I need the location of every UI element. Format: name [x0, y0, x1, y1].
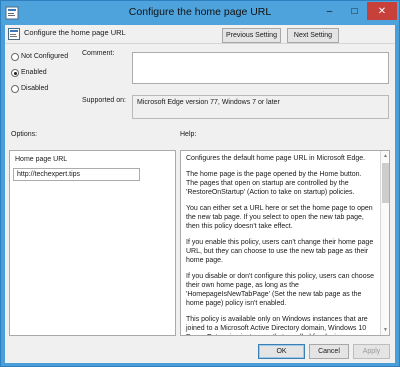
enabled-radio[interactable] — [11, 69, 19, 77]
dialog-body: Configure the home page URL Previous Set… — [5, 25, 395, 363]
close-button[interactable]: ✕ — [367, 2, 397, 20]
supported-on-field: Microsoft Edge version 77, Windows 7 or … — [132, 95, 389, 119]
options-panel: Home page URL http://techexpert.tips — [9, 150, 176, 336]
close-icon: ✕ — [377, 5, 387, 17]
not-configured-radio[interactable] — [11, 53, 19, 61]
policy-name: Configure the home page URL — [24, 28, 126, 37]
not-configured-label: Not Configured — [21, 53, 69, 60]
policy-dialog-window: Configure the home page URL – □ ✕ Config… — [0, 0, 400, 367]
disabled-radio[interactable] — [11, 85, 19, 93]
scroll-down-icon[interactable]: ▼ — [383, 327, 388, 333]
supported-on-value: Microsoft Edge version 77, Windows 7 or … — [137, 99, 280, 106]
supported-on-label: Supported on: — [82, 97, 126, 104]
help-paragraph: If you disable or don't configure this p… — [186, 273, 374, 307]
help-paragraph: You can either set a URL here or set the… — [186, 205, 373, 230]
help-paragraph: If you enable this policy, users can't c… — [186, 239, 374, 264]
minimize-button[interactable]: – — [317, 2, 342, 20]
enabled-label: Enabled — [21, 69, 47, 76]
help-text: Configures the default home page URL in … — [186, 154, 375, 335]
comment-label: Comment: — [82, 50, 115, 57]
scrollbar-thumb[interactable] — [382, 163, 389, 203]
next-setting-button[interactable]: Next Setting — [287, 28, 339, 43]
home-page-url-label: Home page URL — [15, 156, 68, 163]
disabled-label: Disabled — [21, 85, 49, 92]
home-page-url-input[interactable]: http://techexpert.tips — [13, 168, 140, 181]
previous-setting-button[interactable]: Previous Setting — [222, 28, 281, 43]
comment-textarea[interactable] — [132, 52, 389, 84]
help-scrollbar[interactable]: ▲ ▼ — [380, 151, 389, 335]
help-label: Help: — [180, 131, 197, 138]
scroll-up-icon[interactable]: ▲ — [383, 153, 388, 159]
home-page-url-value: http://techexpert.tips — [17, 171, 81, 178]
header-divider — [5, 43, 395, 44]
cancel-button[interactable]: Cancel — [309, 344, 349, 359]
help-paragraph: The home page is the page opened by the … — [186, 171, 362, 196]
apply-button[interactable]: Apply — [353, 344, 390, 359]
help-paragraph: This policy is available only on Windows… — [186, 316, 368, 335]
ok-button[interactable]: OK — [258, 344, 305, 359]
help-panel: Configures the default home page URL in … — [180, 150, 390, 336]
options-label: Options: — [11, 131, 38, 138]
policy-icon — [8, 28, 20, 40]
help-paragraph: Configures the default home page URL in … — [186, 155, 366, 162]
maximize-button[interactable]: □ — [342, 2, 367, 20]
maximize-icon: □ — [351, 5, 358, 17]
minimize-icon: – — [326, 5, 333, 17]
title-bar[interactable]: Configure the home page URL – □ ✕ — [1, 1, 399, 25]
